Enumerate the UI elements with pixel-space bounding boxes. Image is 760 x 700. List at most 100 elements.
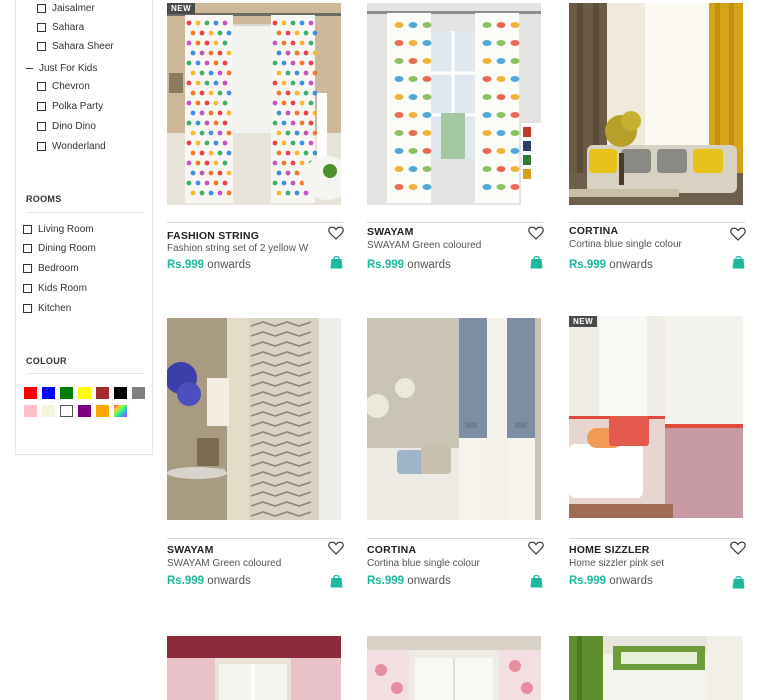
checkbox[interactable]: [37, 42, 46, 51]
product-card[interactable]: CORTINA Cortina blue single colour Rs.99…: [569, 3, 746, 273]
filter-room-bedroom[interactable]: Bedroom: [23, 263, 79, 274]
product-card[interactable]: SWAYAM SWAYAM Green coloured Rs.999 onwa…: [167, 318, 344, 590]
polka-dot: [294, 170, 300, 176]
price-suffix: onwards: [407, 259, 451, 271]
dino-print: [482, 22, 492, 28]
colour-swatch[interactable]: [96, 405, 109, 417]
filter-room-kitchen[interactable]: Kitchen: [23, 303, 71, 314]
filter-option-polka-party[interactable]: Polka Party: [37, 101, 103, 112]
product-title[interactable]: HOME SIZZLER: [569, 544, 650, 556]
product-image[interactable]: [569, 3, 743, 205]
checkbox[interactable]: [37, 122, 46, 131]
checkbox[interactable]: [23, 264, 32, 273]
colour-swatch-multicolor[interactable]: [114, 405, 127, 417]
product-title[interactable]: FASHION STRING: [167, 230, 259, 242]
filter-option-sahara-sheer[interactable]: Sahara Sheer: [37, 41, 114, 52]
add-to-cart-bag-icon[interactable]: [732, 255, 745, 269]
divider: [26, 373, 144, 374]
wishlist-heart-icon[interactable]: [528, 541, 544, 555]
dino-print: [510, 58, 520, 64]
filter-room-dining-room[interactable]: Dining Room: [23, 243, 96, 254]
price-value: Rs.999: [367, 575, 405, 587]
product-image[interactable]: [569, 636, 743, 700]
colour-swatch[interactable]: [60, 405, 73, 417]
product-card[interactable]: [167, 636, 344, 700]
checkbox[interactable]: [37, 82, 46, 91]
wishlist-heart-icon[interactable]: [528, 226, 544, 240]
polka-dot: [294, 30, 300, 36]
product-card[interactable]: NEW FASHION STRING Fashion string set of…: [167, 3, 344, 273]
wishlist-heart-icon[interactable]: [730, 541, 746, 555]
polka-dot: [281, 160, 287, 166]
colour-swatch[interactable]: [78, 405, 91, 417]
filter-option-chevron[interactable]: Chevron: [37, 81, 90, 92]
filter-option-wonderland[interactable]: Wonderland: [37, 141, 106, 152]
polka-dot: [195, 160, 201, 166]
add-to-cart-bag-icon[interactable]: [330, 574, 343, 588]
polka-dot: [276, 30, 282, 36]
wishlist-heart-icon[interactable]: [328, 541, 344, 555]
checkbox[interactable]: [37, 4, 46, 13]
product-title[interactable]: CORTINA: [367, 544, 416, 556]
polka-dot: [222, 80, 228, 86]
polka-dot: [308, 20, 314, 26]
polka-dot: [308, 120, 314, 126]
dino-print: [482, 184, 492, 190]
product-card[interactable]: SWAYAM SWAYAM Green coloured Rs.999 onwa…: [367, 3, 544, 273]
product-title[interactable]: SWAYAM: [167, 544, 214, 556]
polka-dot: [299, 40, 305, 46]
wishlist-heart-icon[interactable]: [328, 226, 344, 240]
checkbox[interactable]: [23, 225, 32, 234]
filter-option-jaisalmer[interactable]: Jaisalmer: [37, 3, 95, 14]
colour-swatch[interactable]: [42, 405, 55, 417]
add-to-cart-bag-icon[interactable]: [732, 575, 745, 589]
colour-swatch[interactable]: [132, 387, 145, 399]
filter-option-label: Kitchen: [38, 303, 72, 314]
rooms-heading: ROOMS: [26, 194, 62, 204]
collapse-minus-icon[interactable]: [26, 67, 33, 70]
add-to-cart-bag-icon[interactable]: [530, 574, 543, 588]
colour-swatch[interactable]: [42, 387, 55, 399]
colour-swatch[interactable]: [24, 387, 37, 399]
product-card[interactable]: CORTINA Cortina blue single colour Rs.99…: [367, 318, 544, 590]
product-image[interactable]: NEW: [167, 3, 341, 205]
filter-option-dino-dino[interactable]: Dino Dino: [37, 121, 96, 132]
polka-dot: [199, 130, 205, 136]
colour-swatch[interactable]: [114, 387, 127, 399]
checkbox[interactable]: [37, 102, 46, 111]
dino-print: [408, 166, 418, 172]
wishlist-heart-icon[interactable]: [730, 227, 746, 241]
polka-dot: [217, 150, 223, 156]
colour-swatch[interactable]: [96, 387, 109, 399]
product-card[interactable]: [569, 636, 746, 700]
dino-print: [408, 76, 418, 82]
product-card[interactable]: NEW HOME SIZZLER Home sizzler pink set R…: [569, 316, 746, 590]
product-title[interactable]: SWAYAM: [367, 226, 414, 238]
dino-print: [482, 94, 492, 100]
checkbox[interactable]: [37, 23, 46, 32]
product-title[interactable]: CORTINA: [569, 225, 618, 237]
colour-swatch[interactable]: [78, 387, 91, 399]
checkbox[interactable]: [23, 284, 32, 293]
add-to-cart-bag-icon[interactable]: [330, 255, 343, 269]
checkbox[interactable]: [23, 244, 32, 253]
product-image[interactable]: [367, 3, 541, 205]
filter-group-just-for-kids[interactable]: Just For Kids: [26, 63, 97, 74]
product-card[interactable]: [367, 636, 544, 700]
colour-swatch[interactable]: [24, 405, 37, 417]
product-subtitle: Cortina blue single colour: [569, 239, 682, 250]
product-image[interactable]: [367, 636, 541, 700]
add-to-cart-bag-icon[interactable]: [530, 255, 543, 269]
polka-dot: [226, 50, 232, 56]
filter-room-kids-room[interactable]: Kids Room: [23, 283, 87, 294]
checkbox[interactable]: [23, 304, 32, 313]
filter-option-sahara[interactable]: Sahara: [37, 22, 84, 33]
checkbox[interactable]: [37, 142, 46, 151]
product-image[interactable]: NEW: [569, 316, 743, 518]
colour-swatch[interactable]: [60, 387, 73, 399]
polka-dot: [195, 120, 201, 126]
filter-room-living-room[interactable]: Living Room: [23, 224, 94, 235]
product-image[interactable]: [167, 636, 341, 700]
product-image[interactable]: [367, 318, 541, 520]
product-image[interactable]: [167, 318, 341, 520]
